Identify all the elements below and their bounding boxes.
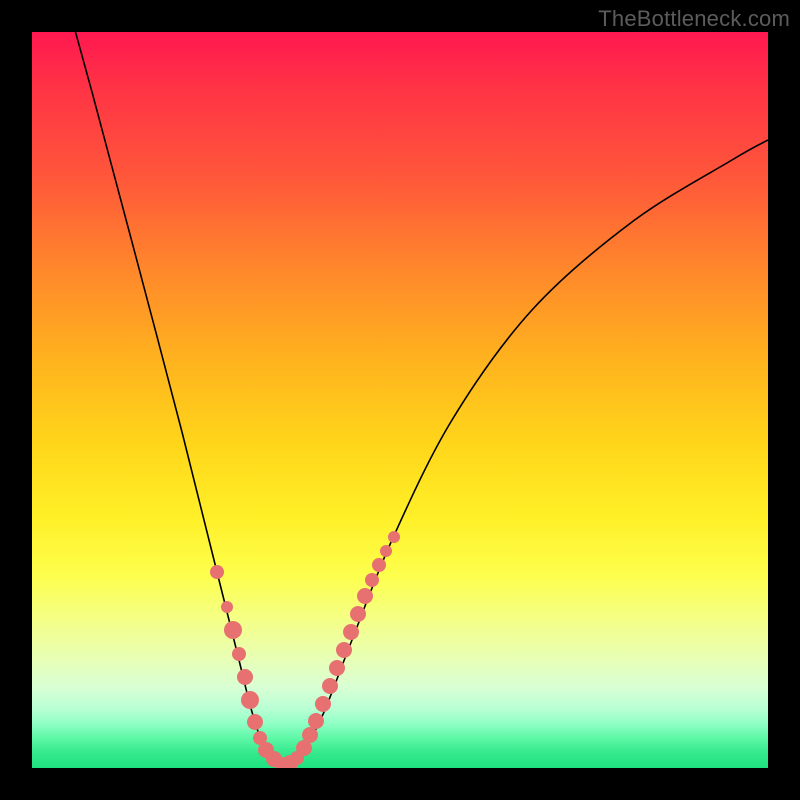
data-dot (343, 624, 359, 640)
data-dot (336, 642, 352, 658)
data-dot (350, 606, 366, 622)
data-dot (232, 647, 246, 661)
plot-area (32, 32, 768, 768)
data-dot (372, 558, 386, 572)
bottleneck-curve (70, 32, 768, 765)
data-dot (221, 601, 233, 613)
data-dot (224, 621, 242, 639)
curve-layer (32, 32, 768, 768)
data-dot (308, 713, 324, 729)
data-dot (357, 588, 373, 604)
data-dot (237, 669, 253, 685)
chart-frame: TheBottleneck.com (0, 0, 800, 800)
data-dot (388, 531, 400, 543)
data-dot (329, 660, 345, 676)
data-dot (315, 696, 331, 712)
data-dot (302, 727, 318, 743)
dots-right-branch (296, 531, 400, 756)
dots-left-branch (210, 565, 304, 768)
data-dot (247, 714, 263, 730)
data-dot (241, 691, 259, 709)
data-dot (365, 573, 379, 587)
data-dot (380, 545, 392, 557)
data-dot (210, 565, 224, 579)
data-dot (322, 678, 338, 694)
watermark-label: TheBottleneck.com (598, 6, 790, 32)
